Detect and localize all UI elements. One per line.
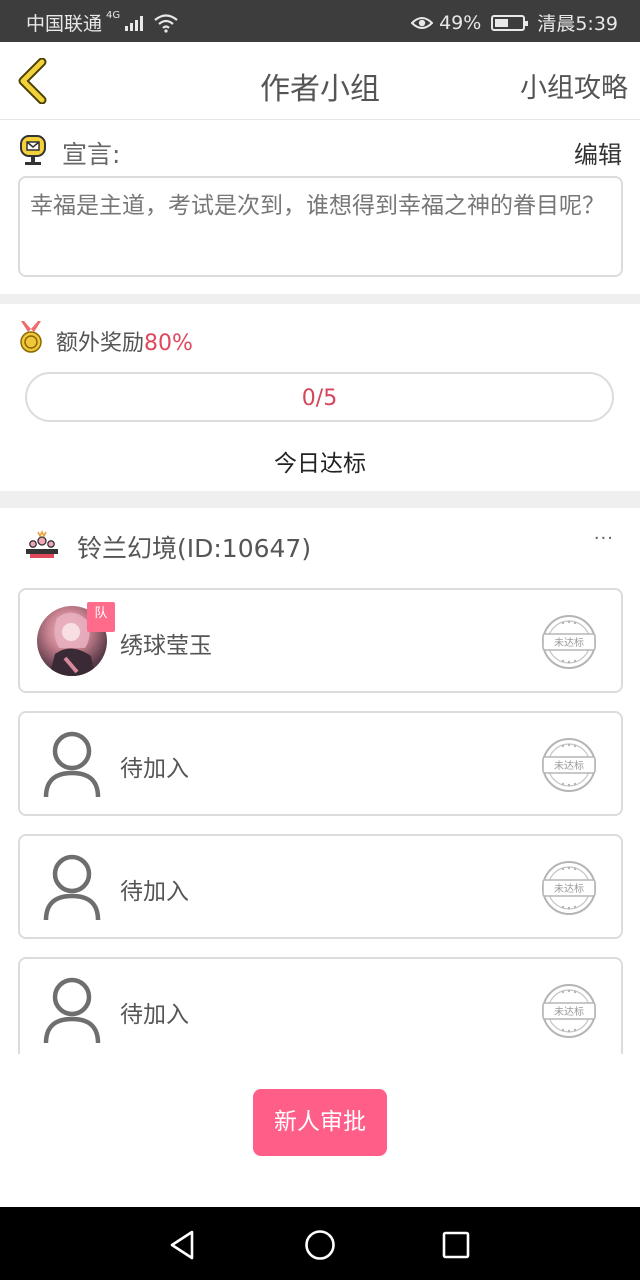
group-guide-link[interactable]: 小组攻略	[520, 66, 628, 105]
status-left: 中国联通 4G	[26, 9, 179, 36]
reward-text: 额外奖励80%	[56, 325, 193, 357]
reward-percent: 80%	[144, 331, 193, 356]
app-header: 作者小组 小组攻略	[0, 42, 640, 120]
home-circle-icon[interactable]	[302, 1227, 338, 1263]
not-qualified-stamp-icon: 未达标	[541, 737, 597, 793]
clock: 清晨5:39	[537, 13, 618, 35]
default-avatar-icon	[43, 977, 101, 1044]
battery-icon	[491, 14, 529, 31]
system-nav-bar	[0, 1207, 640, 1280]
member-card[interactable]: 待加入 未达标	[18, 834, 623, 939]
carrier-name: 中国联通	[26, 13, 103, 35]
member-card[interactable]: 待加入 未达标	[18, 711, 623, 816]
recents-square-icon[interactable]	[438, 1227, 474, 1263]
member-name: 待加入	[120, 756, 189, 782]
motto-header: 宣言: 编辑	[18, 134, 624, 170]
group-header: 铃兰幻境(ID:10647) ···	[24, 528, 620, 564]
eye-icon	[411, 16, 434, 29]
group-name: 铃兰幻境(ID:10647)	[77, 534, 312, 563]
member-name: 待加入	[120, 879, 189, 905]
back-triangle-icon[interactable]	[164, 1227, 200, 1263]
section-divider	[0, 491, 640, 508]
stamp-label: 未达标	[554, 884, 584, 895]
default-avatar-icon	[43, 731, 101, 798]
member-avatar: 队	[37, 602, 115, 676]
not-qualified-stamp-icon: 未达标	[541, 614, 597, 670]
member-name: 待加入	[120, 1002, 189, 1028]
default-avatar-icon	[43, 854, 101, 921]
more-options-button[interactable]: ···	[594, 528, 614, 549]
stamp-label: 未达标	[554, 638, 584, 649]
section-divider	[0, 294, 640, 304]
status-bar: 中国联通 4G 49% 清晨5:39	[0, 0, 640, 42]
progress-text: 0/5	[301, 386, 338, 411]
leader-badge: 队	[87, 602, 115, 632]
network-type: 4G	[106, 10, 121, 21]
signal-icon	[125, 15, 144, 31]
battery-fill	[495, 18, 509, 27]
edit-button[interactable]: 编辑	[574, 135, 622, 170]
not-qualified-stamp-icon: 未达标	[541, 983, 597, 1039]
member-card[interactable]: 队 绣球莹玉 未达标	[18, 588, 623, 693]
member-card[interactable]: 待加入 未达标	[18, 957, 623, 1054]
member-list[interactable]: 队 绣球莹玉 未达标 待加入 未达标 待加入 未达标 待加入 未达标	[0, 578, 640, 1054]
stamp-label: 未达标	[554, 761, 584, 772]
daily-goal-label: 今日达标	[274, 451, 366, 477]
new-member-approval-button[interactable]: 新人审批	[253, 1089, 387, 1156]
battery-percent: 49%	[439, 11, 482, 34]
mailbox-icon	[20, 135, 46, 165]
reward-label: 额外奖励	[56, 331, 145, 356]
stamp-label: 未达标	[554, 1007, 584, 1018]
motto-label: 宣言:	[62, 140, 121, 169]
wifi-icon	[154, 13, 178, 33]
not-qualified-stamp-icon: 未达标	[541, 860, 597, 916]
status-right: 49% 清晨5:39	[411, 9, 618, 36]
medal-icon	[20, 321, 42, 353]
motto-text: 幸福是主道，考试是次到，谁想得到幸福之神的眷目呢？	[18, 176, 623, 277]
group-icon	[26, 530, 58, 558]
member-name: 绣球莹玉	[120, 633, 212, 659]
daily-progress-bar: 0/5	[25, 372, 614, 422]
